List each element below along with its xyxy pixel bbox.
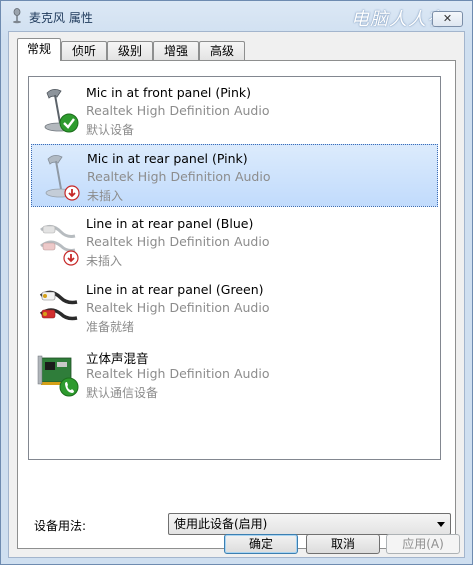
device-list: Mic in at front panel (Pink) Realtek Hig…	[28, 76, 441, 460]
list-item[interactable]: Line in at rear panel (Green) Realtek Hi…	[31, 276, 438, 339]
ok-button[interactable]: 确定	[224, 534, 298, 554]
device-name: Mic in at rear panel (Pink)	[87, 151, 248, 166]
tab-levels[interactable]: 级别	[107, 41, 153, 60]
microphone-icon	[13, 8, 21, 24]
device-status: 默认通信设备	[86, 386, 159, 400]
list-item[interactable]: 立体声混音 Realtek High Definition Audio 默认通信…	[31, 342, 438, 405]
device-name: Line in at rear panel (Blue)	[86, 216, 254, 231]
list-item[interactable]: Mic in at rear panel (Pink) Realtek High…	[31, 144, 438, 207]
unplugged-badge	[63, 250, 79, 266]
microphone-icon	[44, 89, 79, 133]
tab-advanced[interactable]: 高级	[199, 41, 245, 60]
tab-enhancements[interactable]: 增强	[153, 41, 199, 60]
tab-general[interactable]: 常规	[17, 38, 61, 61]
title-bar: 麦克风 属性 电脑人人有 ✕	[1, 1, 472, 31]
properties-window: 麦克风 属性 电脑人人有 ✕ 常规 侦听 级别 增强 高级 Mic in at …	[0, 0, 473, 565]
tab-listen[interactable]: 侦听	[61, 41, 107, 60]
close-icon: ✕	[442, 12, 453, 25]
sound-card-icon	[37, 355, 79, 397]
device-driver: Realtek High Definition Audio	[86, 366, 270, 381]
device-status: 默认设备	[86, 123, 135, 137]
device-usage-value: 使用此设备(启用)	[174, 517, 268, 531]
device-status: 未插入	[86, 254, 123, 268]
rca-cable-icon	[39, 290, 78, 321]
device-usage-label: 设备用法:	[34, 519, 87, 533]
communication-phone-badge	[59, 377, 79, 397]
device-name: Line in at rear panel (Green)	[86, 282, 264, 297]
device-driver: Realtek High Definition Audio	[87, 169, 271, 184]
cancel-button[interactable]: 取消	[306, 534, 380, 554]
dialog-body: 常规 侦听 级别 增强 高级 Mic in at front panel (Pi…	[8, 31, 465, 558]
device-usage-select[interactable]: 使用此设备(启用)	[168, 513, 451, 535]
general-tab-panel: Mic in at front panel (Pink) Realtek Hig…	[17, 60, 456, 549]
list-item[interactable]: Mic in at front panel (Pink) Realtek Hig…	[31, 79, 438, 142]
device-driver: Realtek High Definition Audio	[86, 103, 270, 118]
apply-button[interactable]: 应用(A)	[386, 534, 460, 554]
list-item[interactable]: Line in at rear panel (Blue) Realtek Hig…	[31, 210, 438, 273]
device-status: 准备就绪	[86, 320, 135, 334]
chevron-down-icon	[437, 522, 445, 527]
device-status: 未插入	[87, 189, 124, 203]
device-name: 立体声混音	[86, 351, 149, 366]
unplugged-badge	[64, 185, 80, 201]
device-name: Mic in at front panel (Pink)	[86, 85, 252, 100]
close-button[interactable]: ✕	[432, 11, 463, 27]
device-driver: Realtek High Definition Audio	[86, 234, 270, 249]
device-driver: Realtek High Definition Audio	[86, 300, 270, 315]
default-check-badge	[59, 113, 79, 133]
window-title: 麦克风 属性	[29, 11, 93, 25]
